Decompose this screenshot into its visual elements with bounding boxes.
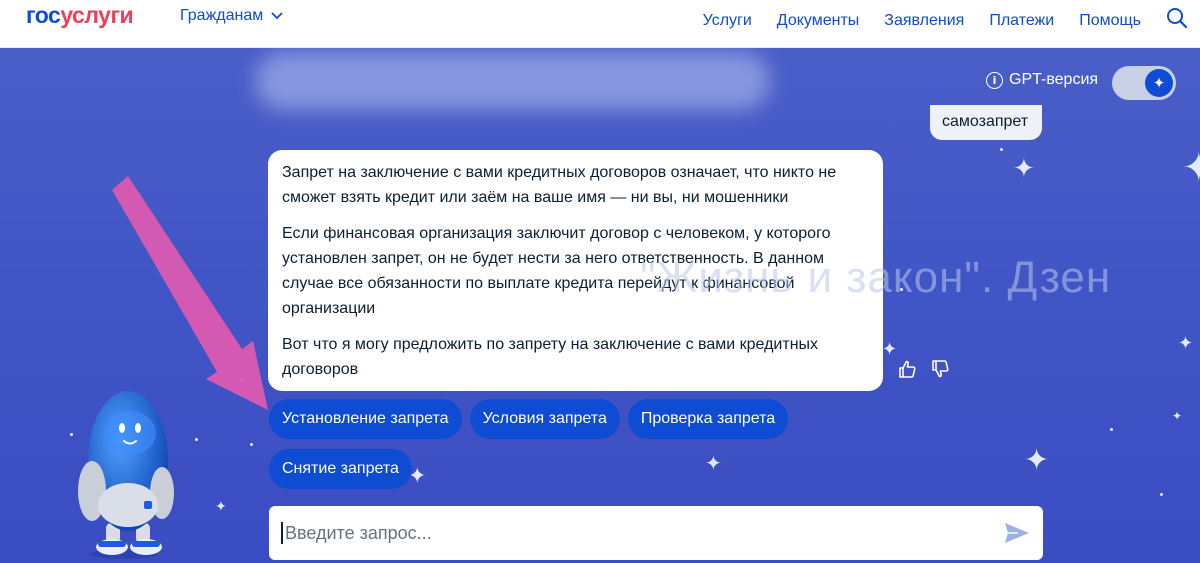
sparkle-dot bbox=[1160, 493, 1163, 496]
gpt-toggle[interactable]: ✦ bbox=[1112, 66, 1176, 100]
chevron-down-icon bbox=[271, 7, 283, 25]
sparkle-icon: ✦ bbox=[1178, 333, 1194, 354]
robot-mascot-icon bbox=[78, 391, 174, 559]
chip-remove-ban[interactable]: Снятие запрета bbox=[269, 449, 412, 489]
suggestion-chips: Установление запрета Условия запрета Про… bbox=[269, 399, 829, 489]
chip-ban-conditions[interactable]: Условия запрета bbox=[469, 399, 620, 439]
sparkle-icon: ✦ bbox=[1172, 409, 1183, 423]
sparkle-icon: ✦ bbox=[1145, 69, 1173, 97]
sparkle-icon: ✦ bbox=[882, 339, 898, 360]
sparkle-icon: ✦ bbox=[1013, 154, 1035, 184]
chat-input[interactable] bbox=[281, 522, 981, 544]
watermark-text: "Жизнь и закон". Дзен bbox=[640, 253, 1112, 302]
nav-payments[interactable]: Платежи bbox=[989, 12, 1054, 30]
sparkle-dot bbox=[1110, 428, 1113, 431]
send-icon[interactable] bbox=[1004, 522, 1030, 544]
user-message-text: самозапрет bbox=[942, 113, 1029, 130]
top-header: госуслуги Гражданам Услуги Документы Зая… bbox=[0, 0, 1200, 48]
nav-applications[interactable]: Заявления bbox=[884, 12, 964, 30]
user-message-bubble: самозапрет bbox=[930, 105, 1042, 140]
chip-check-ban[interactable]: Проверка запрета bbox=[627, 399, 789, 439]
info-icon[interactable]: i bbox=[986, 71, 1003, 89]
chat-area: ✦ ✦ ✦ ✦ ✦ ✦ ✦ ✦ ✦ i GPT-версия ✦ самозап… bbox=[0, 48, 1200, 563]
gpt-version-label[interactable]: i GPT-версия bbox=[986, 71, 1098, 89]
nav-help[interactable]: Помощь bbox=[1079, 12, 1141, 30]
bot-paragraph: Вот что я могу предложить по запрету на … bbox=[282, 336, 819, 378]
logo-part-uslugi: услуги bbox=[60, 2, 134, 28]
sparkle-icon: ✦ bbox=[1024, 443, 1050, 478]
search-icon[interactable] bbox=[1166, 7, 1188, 34]
main-nav: Услуги Документы Заявления Платежи Помощ… bbox=[703, 7, 1200, 34]
sparkle-icon: ✦ bbox=[1182, 145, 1200, 191]
citizens-dropdown[interactable]: Гражданам bbox=[180, 7, 283, 25]
nav-services[interactable]: Услуги bbox=[703, 12, 752, 30]
bot-paragraph: Запрет на заключение с вами кредитных до… bbox=[282, 164, 837, 206]
blurred-title bbox=[255, 52, 770, 110]
nav-documents[interactable]: Документы bbox=[777, 12, 859, 30]
gpt-label: GPT-версия bbox=[1009, 71, 1099, 88]
gosuslugi-logo[interactable]: госуслуги bbox=[26, 2, 134, 29]
logo-part-gos: гос bbox=[26, 2, 61, 28]
chat-input-box bbox=[269, 506, 1043, 560]
thumbs-down-icon[interactable] bbox=[930, 359, 950, 384]
thumbs-up-icon[interactable] bbox=[897, 359, 917, 384]
sparkle-icon: ✦ bbox=[215, 499, 227, 515]
sparkle-dot bbox=[1000, 148, 1003, 151]
citizens-label: Гражданам bbox=[180, 7, 264, 24]
